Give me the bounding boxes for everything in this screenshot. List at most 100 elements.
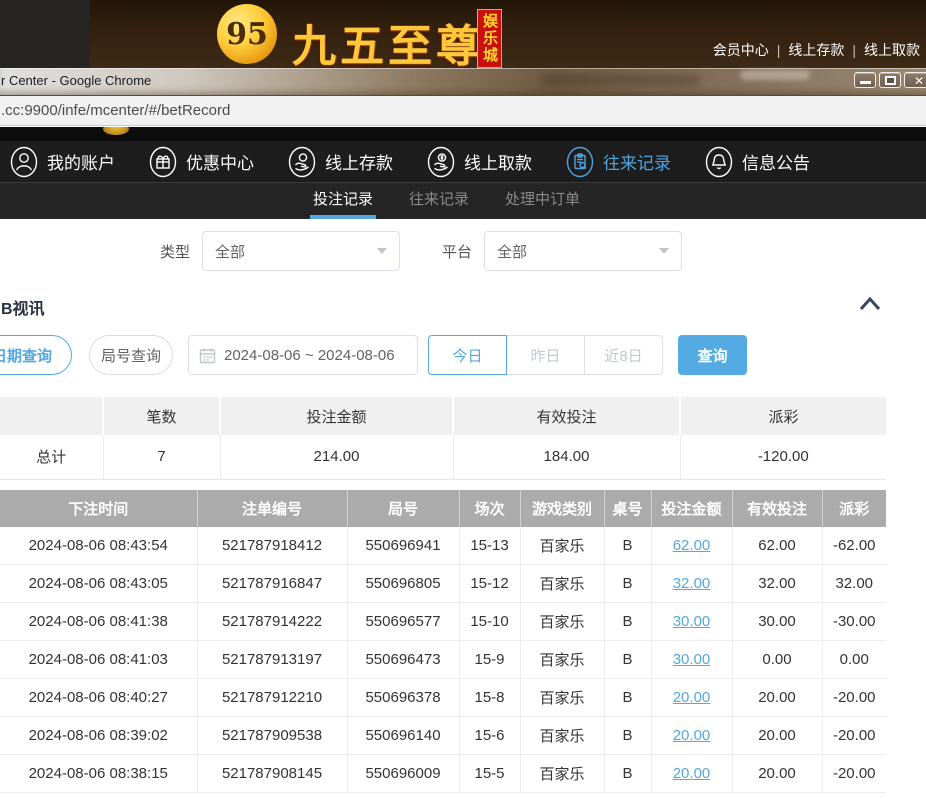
header-link-member-center[interactable]: 会员中心: [713, 42, 769, 58]
bet-table-body: 2024-08-06 08:43:54521787918412550696941…: [0, 527, 886, 793]
date-range-input[interactable]: 2024-08-06 ~ 2024-08-06: [188, 335, 418, 375]
column-header: 有效投注: [732, 490, 822, 527]
session: 15-8: [459, 679, 520, 717]
column-header: 游戏类别: [520, 490, 604, 527]
chevron-down-icon: [377, 248, 387, 254]
section-title: B视讯: [0, 301, 45, 318]
bet-time: 2024-08-06 08:43:54: [0, 527, 197, 565]
payout: -20.00: [822, 755, 886, 793]
tab-bet-records[interactable]: 投注记录: [313, 183, 373, 219]
table-id: B: [604, 641, 651, 679]
valid-bet: 30.00: [732, 603, 822, 641]
deposit-icon: [288, 146, 316, 178]
session: 15-5: [459, 755, 520, 793]
round-id: 550696140: [347, 717, 459, 755]
column-header: 派彩: [822, 490, 886, 527]
record-tabs: 投注记录 往来记录 处理中订单: [0, 183, 926, 219]
payout: 0.00: [822, 641, 886, 679]
summary-count-value: 7: [103, 435, 220, 479]
maximize-icon: [885, 76, 896, 85]
brand-badge: 娱乐城: [477, 9, 502, 68]
order-id: 521787909538: [197, 717, 347, 755]
game-type: 百家乐: [520, 755, 604, 793]
tab-pending-orders[interactable]: 处理中订单: [505, 183, 580, 219]
screenshot-root: 95 九五至尊 娱乐城 会员中心|线上存款|线上取款 r Center - Go…: [0, 0, 926, 799]
nav-item-label: 线上取款: [464, 149, 532, 174]
summary-total-row: 总计 7 214.00 184.00 -120.00: [0, 435, 886, 479]
table-id: B: [604, 603, 651, 641]
round-id: 550696009: [347, 755, 459, 793]
round-id: 550696941: [347, 527, 459, 565]
nav-item-label: 我的账户: [47, 149, 115, 174]
game-type: 百家乐: [520, 603, 604, 641]
bet-amount-link[interactable]: 30.00: [673, 651, 711, 668]
quick-button-yesterday[interactable]: 昨日: [506, 335, 585, 375]
order-id: 521787908145: [197, 755, 347, 793]
nav-item-transaction-records[interactable]: 往来记录: [566, 146, 671, 178]
platform-filter-label: 平台: [442, 241, 472, 262]
bet-amount-link[interactable]: 20.00: [673, 689, 711, 706]
bet-time: 2024-08-06 08:40:27: [0, 679, 197, 717]
window-maximize-button[interactable]: [879, 72, 901, 88]
round-query-button[interactable]: 局号查询: [89, 335, 173, 375]
bet-amount-link[interactable]: 30.00: [673, 613, 711, 630]
browser-url-bar[interactable]: .cc:9900/infe/mcenter/#/betRecord: [0, 96, 926, 126]
payout: -62.00: [822, 527, 886, 565]
bet-amount-link[interactable]: 62.00: [673, 537, 711, 554]
header-link-deposit[interactable]: 线上存款: [788, 42, 844, 58]
valid-bet: 0.00: [732, 641, 822, 679]
type-select[interactable]: 全部: [202, 231, 400, 271]
site-header: 95 九五至尊 娱乐城 会员中心|线上存款|线上取款: [0, 0, 926, 68]
withdraw-icon: [427, 146, 455, 178]
payout: -30.00: [822, 603, 886, 641]
query-toolbar: 日期查询 局号查询 2024-08-06 ~ 2024-08-06 今日 昨日 …: [0, 335, 926, 375]
round-id: 550696577: [347, 603, 459, 641]
table-row: 2024-08-06 08:43:05521787916847550696805…: [0, 565, 886, 603]
window-close-button[interactable]: ✕: [904, 72, 926, 88]
section-header: B视讯: [0, 295, 926, 317]
summary-header-payout: 派彩: [680, 397, 886, 435]
bet-amount-cell: 20.00: [651, 755, 732, 793]
titlebar-glass-blur: [540, 74, 700, 86]
calendar-icon: [199, 347, 216, 364]
minimize-icon: [860, 81, 871, 84]
bet-amount-link[interactable]: 20.00: [673, 765, 711, 782]
table-row: 2024-08-06 08:41:38521787914222550696577…: [0, 603, 886, 641]
window-title: r Center - Google Chrome: [0, 73, 151, 88]
bet-time: 2024-08-06 08:41:03: [0, 641, 197, 679]
collapse-section-button[interactable]: [858, 295, 882, 318]
search-button[interactable]: 查询: [678, 335, 747, 375]
round-id: 550696805: [347, 565, 459, 603]
column-header: 投注金额: [651, 490, 732, 527]
game-type: 百家乐: [520, 679, 604, 717]
table-row: 2024-08-06 08:41:03521787913197550696473…: [0, 641, 886, 679]
table-id: B: [604, 527, 651, 565]
bet-amount-cell: 62.00: [651, 527, 732, 565]
nav-item-announcements[interactable]: 信息公告: [705, 146, 810, 178]
table-row: 2024-08-06 08:38:15521787908145550696009…: [0, 755, 886, 793]
window-minimize-button[interactable]: [854, 72, 876, 88]
window-titlebar[interactable]: r Center - Google Chrome ✕: [0, 68, 926, 96]
summary-header-bet-amount: 投注金额: [220, 397, 453, 435]
nav-item-my-account[interactable]: 我的账户: [10, 146, 115, 178]
nav-item-online-withdraw[interactable]: 线上取款: [427, 146, 532, 178]
bet-amount-link[interactable]: 32.00: [673, 575, 711, 592]
date-query-button[interactable]: 日期查询: [0, 335, 72, 375]
summary-table: 笔数 投注金额 有效投注 派彩 总计 7 214.00 184.00 -120.…: [0, 397, 886, 480]
bet-time: 2024-08-06 08:43:05: [0, 565, 197, 603]
order-id: 521787913197: [197, 641, 347, 679]
game-type: 百家乐: [520, 527, 604, 565]
valid-bet: 20.00: [732, 717, 822, 755]
bet-amount-link[interactable]: 20.00: [673, 727, 711, 744]
logo-sliver: [103, 127, 129, 135]
header-link-withdraw[interactable]: 线上取款: [864, 42, 920, 58]
quick-button-last8days[interactable]: 近8日: [584, 335, 663, 375]
order-id: 521787918412: [197, 527, 347, 565]
tab-transaction-records[interactable]: 往来记录: [409, 183, 469, 219]
quick-button-today[interactable]: 今日: [428, 335, 507, 375]
nav-item-online-deposit[interactable]: 线上存款: [288, 146, 393, 178]
platform-select[interactable]: 全部: [484, 231, 682, 271]
nav-item-promotions[interactable]: 优惠中心: [149, 146, 254, 178]
order-id: 521787912210: [197, 679, 347, 717]
link-separator: |: [852, 42, 856, 58]
